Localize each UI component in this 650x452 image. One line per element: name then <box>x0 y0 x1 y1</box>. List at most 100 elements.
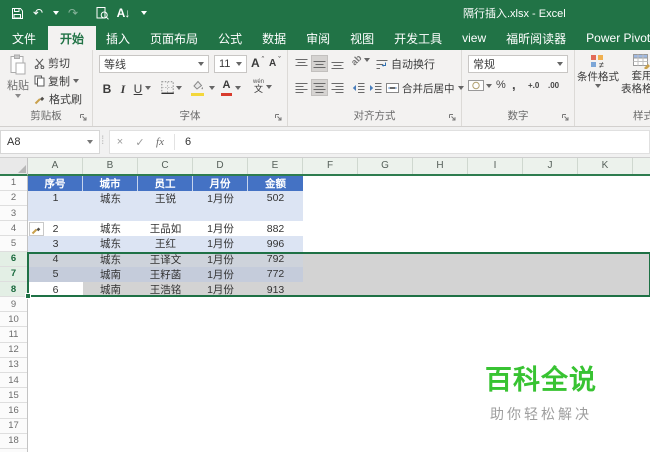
copy-button[interactable]: 复制 <box>34 73 79 89</box>
format-as-table-button[interactable]: 套用 表格格式 <box>621 54 650 95</box>
font-name-select[interactable]: 等线 <box>99 55 209 73</box>
conditional-formatting-button[interactable]: ≠ 条件格式 <box>577 54 619 89</box>
column-header[interactable]: B <box>83 158 138 174</box>
bold-button[interactable]: B <box>100 81 114 97</box>
column-header[interactable]: I <box>468 158 523 174</box>
cancel-icon[interactable]: × <box>110 136 130 148</box>
row-header[interactable]: 3 <box>0 206 27 222</box>
insert-function-icon[interactable]: fx <box>150 136 170 148</box>
underline-button[interactable]: U <box>132 81 144 97</box>
row-header[interactable]: 4 <box>0 221 27 237</box>
increase-decimal-button[interactable]: +.0 <box>528 81 539 90</box>
header-cell[interactable]: 序号 <box>28 175 83 191</box>
increase-indent-icon[interactable] <box>367 79 383 96</box>
active-cell-A8[interactable]: 6 <box>28 282 83 298</box>
cell[interactable]: 王译文 <box>138 252 193 267</box>
column-header[interactable]: K <box>578 158 633 174</box>
tab-review[interactable]: 审阅 <box>296 26 340 50</box>
row-header[interactable]: 5 <box>0 236 27 252</box>
column-header[interactable]: H <box>413 158 468 174</box>
cell[interactable] <box>138 206 193 221</box>
sort-ascending-icon[interactable]: A↓ <box>116 4 131 22</box>
cell[interactable]: 996 <box>248 236 303 251</box>
merge-center-button[interactable]: 合并后居中 <box>386 80 464 96</box>
name-box-dropdown-icon[interactable] <box>87 140 93 144</box>
row-header-selected[interactable]: 8 <box>0 281 27 298</box>
tab-data[interactable]: 数据 <box>252 26 296 50</box>
cell[interactable]: 王品如 <box>138 221 193 236</box>
header-cell[interactable]: 员工 <box>138 175 193 191</box>
cell[interactable]: 王红 <box>138 236 193 251</box>
row-header[interactable]: 1 <box>0 176 27 191</box>
cell[interactable]: 王浩铭 <box>138 282 193 297</box>
cell[interactable]: 城东 <box>83 252 138 267</box>
cell[interactable]: 792 <box>248 252 303 267</box>
cell[interactable] <box>83 206 138 221</box>
top-align-icon[interactable] <box>293 55 310 72</box>
header-cell[interactable]: 金额 <box>248 176 303 191</box>
cell[interactable] <box>248 206 303 221</box>
shrink-font-button[interactable]: Aˇ <box>269 57 281 69</box>
tab-view-addin[interactable]: view <box>452 26 496 50</box>
undo-icon[interactable]: ↶ <box>31 4 45 22</box>
row-header[interactable]: 11 <box>0 327 27 343</box>
cell[interactable] <box>28 206 83 221</box>
column-header[interactable]: D <box>193 158 248 174</box>
tab-foxit-reader[interactable]: 福昕阅读器 <box>496 26 576 50</box>
enter-icon[interactable]: ✓ <box>130 136 150 149</box>
copy-dropdown-icon[interactable] <box>73 79 79 83</box>
column-header[interactable]: G <box>358 158 413 174</box>
font-dialog-launcher-icon[interactable] <box>274 113 283 122</box>
align-left-icon[interactable] <box>293 79 310 96</box>
cell[interactable]: 5 <box>28 267 83 282</box>
font-color-dropdown-icon[interactable] <box>235 86 241 90</box>
paste-button[interactable]: 粘贴 <box>3 54 33 98</box>
print-preview-icon[interactable] <box>95 4 109 22</box>
number-format-select[interactable]: 常规 <box>468 55 568 73</box>
font-color-button[interactable]: A <box>221 79 232 96</box>
cell[interactable]: 1月份 <box>193 191 248 206</box>
column-headers[interactable]: A B C D E F G H I J K <box>28 158 650 176</box>
font-size-select[interactable]: 11 <box>214 55 247 73</box>
cell[interactable]: 城东 <box>83 236 138 251</box>
column-header[interactable]: E <box>248 158 303 174</box>
customize-qat-icon[interactable] <box>141 11 147 15</box>
cell[interactable]: 4 <box>28 252 83 267</box>
borders-button[interactable] <box>161 81 182 94</box>
fill-color-dropdown-icon[interactable] <box>209 86 215 90</box>
tab-insert[interactable]: 插入 <box>96 26 140 50</box>
orientation-button[interactable]: ab <box>349 53 370 67</box>
column-header[interactable]: J <box>523 158 578 174</box>
column-header[interactable]: A <box>28 158 83 174</box>
name-box[interactable]: A8 <box>0 130 100 154</box>
cell[interactable]: 772 <box>248 267 303 282</box>
row-header-selected[interactable]: 7 <box>0 266 27 282</box>
tab-power-pivot[interactable]: Power Pivot <box>576 26 650 50</box>
bottom-align-icon[interactable] <box>329 55 346 72</box>
row-header[interactable]: 18 <box>0 434 27 449</box>
alignment-dialog-launcher-icon[interactable] <box>448 113 457 122</box>
tab-file[interactable]: 文件 <box>0 26 48 50</box>
align-right-icon[interactable] <box>329 79 346 96</box>
row-header[interactable]: 10 <box>0 312 27 328</box>
format-painter-button[interactable]: 格式刷 <box>34 91 82 107</box>
select-all-corner[interactable] <box>0 158 28 176</box>
percent-style-button[interactable]: % <box>496 79 506 91</box>
header-cell[interactable]: 城市 <box>83 175 138 191</box>
cell[interactable]: 1月份 <box>193 282 248 297</box>
cell[interactable]: 城东 <box>83 191 138 206</box>
row-header[interactable]: 14 <box>0 373 27 389</box>
wrap-text-button[interactable]: 自动换行 <box>376 56 435 72</box>
column-header[interactable]: F <box>303 158 358 174</box>
save-icon[interactable] <box>10 4 24 22</box>
cell[interactable]: 城南 <box>83 282 138 297</box>
formula-bar-resize-handle[interactable]: ⁞ <box>101 133 105 147</box>
row-header[interactable]: 15 <box>0 388 27 404</box>
row-header[interactable]: 9 <box>0 297 27 313</box>
column-header[interactable]: C <box>138 158 193 174</box>
row-header[interactable]: 13 <box>0 358 27 374</box>
cell[interactable]: 1月份 <box>193 267 248 282</box>
sheet-grid[interactable]: A B C D E F G H I J K 1 2 3 4 5 6 7 8 9 … <box>0 158 650 452</box>
number-dialog-launcher-icon[interactable] <box>561 113 570 122</box>
cell[interactable]: 882 <box>248 221 303 236</box>
